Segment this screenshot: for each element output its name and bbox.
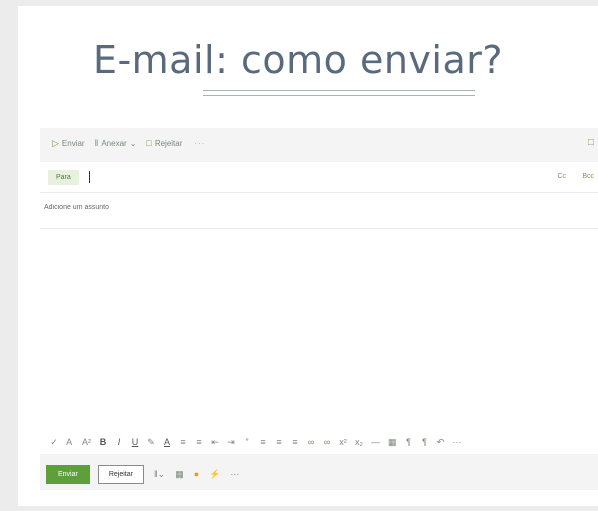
- highlight-icon[interactable]: ✎: [147, 437, 155, 448]
- to-input-caret[interactable]: [88, 171, 90, 183]
- paperclip-icon: ‖: [94, 138, 99, 148]
- format-painter-icon[interactable]: ✓: [50, 437, 58, 448]
- numbering-icon[interactable]: ≡: [195, 437, 203, 447]
- rtl-icon[interactable]: ¶: [421, 437, 429, 447]
- attach-toolbar-label: Anexar: [101, 138, 127, 148]
- bcc-button[interactable]: Bcc: [582, 173, 594, 180]
- chevron-down-icon: ⌄: [129, 138, 137, 148]
- send-button[interactable]: Enviar: [46, 464, 90, 484]
- subscript-icon[interactable]: x₂: [355, 437, 363, 447]
- italic-icon[interactable]: I: [115, 437, 123, 447]
- discard-toolbar-button[interactable]: □ Rejeitar: [146, 138, 182, 148]
- align-right-icon[interactable]: ≡: [291, 437, 299, 447]
- attach-icon[interactable]: ‖⌄: [154, 469, 165, 480]
- align-center-icon[interactable]: ≡: [275, 437, 283, 447]
- emoji-icon[interactable]: ●: [194, 469, 199, 479]
- action-bar: Enviar Rejeitar ‖⌄ ▦ ● ⚡ ···: [40, 462, 598, 486]
- more-options-button[interactable]: ···: [194, 139, 205, 148]
- to-button[interactable]: Para: [48, 169, 79, 185]
- link-icon[interactable]: ∞: [307, 437, 315, 447]
- align-left-icon[interactable]: ≡: [259, 437, 267, 447]
- bold-icon[interactable]: B: [99, 437, 107, 447]
- title-underline: [203, 90, 475, 96]
- quote-icon[interactable]: ”: [243, 437, 251, 447]
- decrease-indent-icon[interactable]: ⇤: [211, 437, 219, 448]
- attach-toolbar-button[interactable]: ‖ Anexar ⌄: [95, 138, 137, 148]
- format-toolbar: ✓ A A² B I U ✎ A ≡ ≡ ⇤ ⇥ ” ≡ ≡ ≡ ∞ ∞ x² …: [40, 432, 598, 452]
- message-body[interactable]: [40, 228, 598, 454]
- image-icon[interactable]: ▦: [175, 469, 184, 480]
- underline-icon[interactable]: U: [131, 437, 139, 447]
- font-color-icon[interactable]: A: [163, 437, 171, 447]
- ltr-icon[interactable]: ¶: [405, 437, 413, 447]
- compose-toolbar: ▷ Enviar ‖ Anexar ⌄ □ Rejeitar ··· □: [40, 128, 598, 158]
- send-toolbar-button[interactable]: ▷ Enviar: [52, 138, 85, 149]
- subject-row: [40, 192, 598, 229]
- compose-form: Para Cc Bcc: [40, 162, 598, 454]
- send-toolbar-label: Enviar: [61, 138, 85, 148]
- more-format-button[interactable]: ···: [453, 437, 462, 447]
- more-actions-button[interactable]: ···: [230, 469, 239, 479]
- cc-button[interactable]: Cc: [557, 173, 566, 180]
- table-icon[interactable]: ▦: [388, 437, 397, 448]
- font-size-icon[interactable]: A: [66, 437, 74, 447]
- subject-input[interactable]: [44, 204, 344, 211]
- slide-title: E-mail: como enviar?: [92, 38, 504, 82]
- strikethrough-icon[interactable]: —: [371, 437, 380, 447]
- undo-icon[interactable]: ↶: [437, 437, 445, 448]
- bullets-icon[interactable]: ≡: [179, 437, 187, 447]
- superscript-size-icon[interactable]: A²: [82, 437, 91, 447]
- send-icon: ▷: [52, 137, 59, 148]
- increase-indent-icon[interactable]: ⇥: [227, 437, 235, 448]
- superscript-icon[interactable]: x²: [339, 437, 347, 447]
- discard-button[interactable]: Rejeitar: [97, 464, 144, 484]
- popout-icon[interactable]: □: [588, 137, 594, 148]
- editor-icon[interactable]: ⚡: [209, 469, 220, 480]
- discard-toolbar-label: Rejeitar: [154, 138, 183, 148]
- unlink-icon[interactable]: ∞: [323, 437, 331, 447]
- compose-window: ▷ Enviar ‖ Anexar ⌄ □ Rejeitar ··· □ Par…: [40, 128, 598, 490]
- trash-icon: □: [146, 138, 152, 148]
- to-row: Para Cc Bcc: [40, 162, 598, 193]
- slide: E-mail: como enviar? ▷ Enviar ‖ Anexar ⌄…: [18, 6, 598, 506]
